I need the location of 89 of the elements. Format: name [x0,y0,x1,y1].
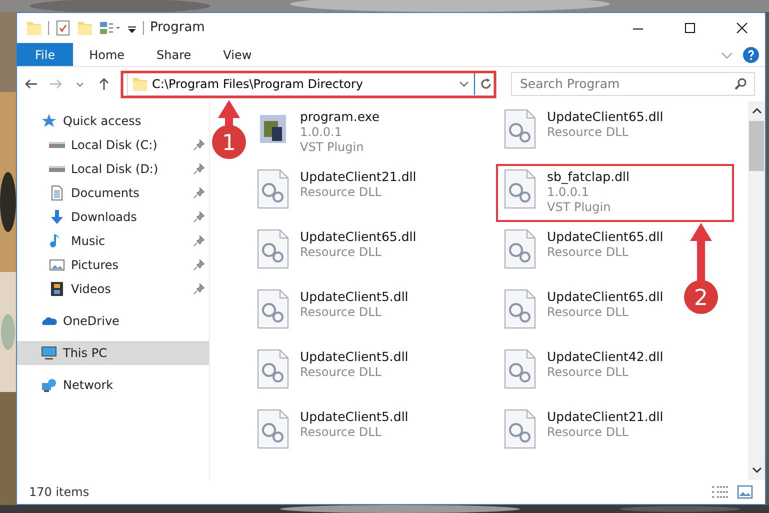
download-icon [49,209,65,225]
file-menu-button[interactable]: File [17,43,74,66]
refresh-icon[interactable] [478,76,494,92]
file-name: UpdateClient65.dll [547,229,664,245]
sidebar-item[interactable]: Music [17,229,209,253]
pin-icon[interactable] [193,259,205,271]
file-item[interactable]: UpdateClient5.dll Resource DLL [250,285,412,341]
ribbon-tab[interactable]: View [207,43,268,66]
file-item[interactable]: UpdateClient42.dll Resource DLL [497,345,668,401]
large-icons-view-icon[interactable] [737,485,753,499]
file-detail: Resource DLL [300,305,382,320]
view-icon[interactable] [99,20,121,36]
file-name: program.exe [300,109,380,125]
file-detail: Resource DLL [547,365,630,380]
drive-icon [49,166,65,172]
file-detail: Resource DLL [300,425,382,440]
file-detail: Resource DLL [300,245,382,260]
pin-icon[interactable] [193,235,205,247]
file-detail: Resource DLL [547,425,630,440]
file-item[interactable]: UpdateClient5.dll Resource DLL [250,345,412,401]
item-count: 170 items [29,484,90,501]
file-name: UpdateClient5.dll [300,289,408,305]
file-item[interactable]: program.exe 1.0.0.1 VST Plugin [250,105,384,161]
sidebar-item[interactable]: Videos [17,277,209,301]
file-item[interactable]: UpdateClient65.dll Resource DLL [497,105,668,161]
details-view-icon[interactable] [711,485,729,499]
scroll-up-icon[interactable] [752,107,762,115]
file-name: UpdateClient65.dll [300,229,416,245]
scrollbar-thumb[interactable] [749,121,764,171]
sidebar-item[interactable]: Documents [17,181,209,205]
file-item[interactable]: UpdateClient65.dll Resource DLL [497,225,668,281]
sidebar-item[interactable]: Downloads [17,205,209,229]
folder-icon [132,76,148,92]
file-item[interactable]: UpdateClient65.dll Resource DLL [497,285,668,341]
file-item[interactable]: sb_fatclap.dll 1.0.0.1 VST Plugin [497,165,733,221]
file-detail: Resource DLL [300,365,382,380]
file-name: UpdateClient5.dll [300,349,408,365]
file-item[interactable]: UpdateClient5.dll Resource DLL [250,405,412,461]
sidebar-item[interactable]: This PC [17,341,209,365]
step-badge: 2 [684,280,718,314]
sidebar-item[interactable]: OneDrive [17,309,209,333]
document-icon [49,185,65,201]
file-name: UpdateClient65.dll [547,109,664,125]
pin-icon[interactable] [193,211,205,223]
sidebar-item[interactable]: Quick access [17,109,209,133]
help-icon[interactable] [743,46,759,62]
arrow [690,223,712,283]
window-title: Program [150,19,205,38]
expand-ribbon-icon[interactable] [721,50,733,60]
file-detail: Resource DLL [547,125,630,140]
file-name: sb_fatclap.dll [547,169,630,185]
pin-icon[interactable] [193,187,205,199]
star-icon [41,113,57,129]
properties-icon[interactable] [55,20,71,36]
ribbon-tab[interactable]: Home [73,43,141,66]
file-detail: 1.0.0.1 [547,185,590,200]
arrow [218,100,240,128]
file-name: UpdateClient5.dll [300,409,408,425]
sidebar-item[interactable]: Local Disk (D:) [17,157,209,181]
file-item[interactable]: UpdateClient21.dll Resource DLL [497,405,668,461]
sidebar-item[interactable]: Pictures [17,253,209,277]
image-icon [49,257,65,273]
file-detail: Resource DLL [300,185,382,200]
search-icon [734,77,748,91]
network-icon [41,377,57,393]
scroll-down-icon[interactable] [752,466,762,474]
film-icon [49,281,65,297]
pin-icon[interactable] [193,139,205,151]
file-detail: VST Plugin [300,140,365,155]
file-name: UpdateClient21.dll [547,409,664,425]
sidebar-item[interactable]: Network [17,373,209,397]
file-name: UpdateClient65.dll [547,289,664,305]
file-detail: 1.0.0.1 [300,125,343,140]
file-name: UpdateClient42.dll [547,349,664,365]
file-item[interactable]: UpdateClient65.dll Resource DLL [250,225,420,281]
ribbon-tab[interactable]: Share [140,43,208,66]
step-badge: 1 [212,125,246,159]
file-detail: Resource DLL [547,245,630,260]
file-name: UpdateClient21.dll [300,169,416,185]
sidebar-item[interactable]: Local Disk (C:) [17,133,209,157]
pin-icon[interactable] [193,283,205,295]
computer-icon [41,345,57,361]
file-detail: VST Plugin [547,200,612,215]
address-bar[interactable]: C:\Program Files\Program Directory [127,72,495,96]
file-detail: Resource DLL [547,305,630,320]
search-box[interactable]: Search Program [511,72,755,96]
file-item[interactable]: UpdateClient21.dll Resource DLL [250,165,420,221]
pin-icon[interactable] [193,163,205,175]
drive-icon [49,142,65,148]
